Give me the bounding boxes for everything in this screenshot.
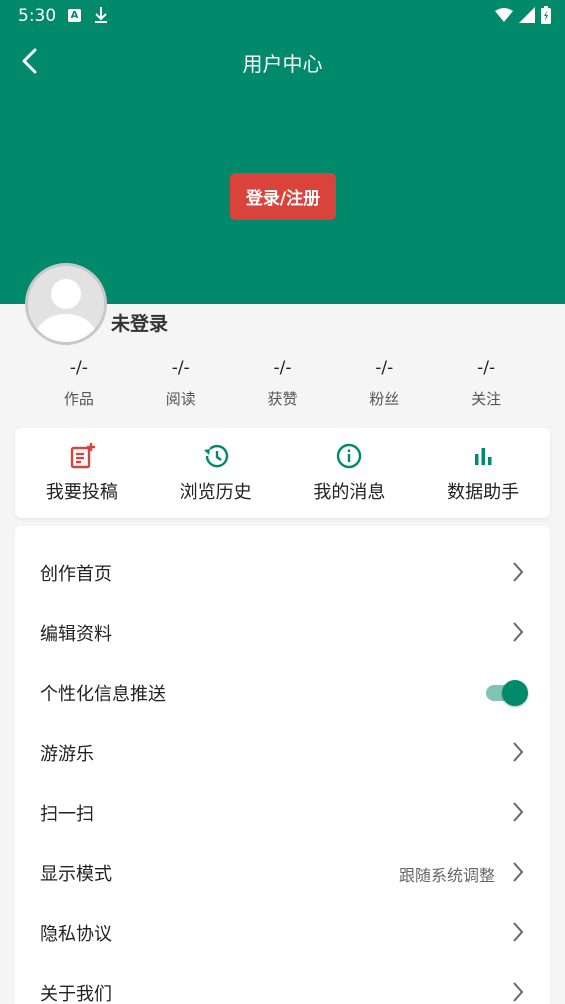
history-icon bbox=[202, 442, 230, 470]
stat-value: -/- bbox=[375, 358, 394, 378]
quick-data-assistant[interactable]: 数据助手 bbox=[416, 428, 550, 518]
quick-label: 我要投稿 bbox=[45, 482, 118, 503]
menu-item-about[interactable]: 关于我们 bbox=[15, 963, 550, 1004]
stat-label: 关注 bbox=[471, 390, 502, 408]
chevron-right-icon bbox=[513, 562, 524, 582]
chevron-right-icon bbox=[513, 862, 524, 882]
download-icon bbox=[94, 5, 108, 29]
menu-label: 创作首页 bbox=[40, 564, 112, 585]
toggle-thumb bbox=[502, 680, 528, 706]
stat-likes[interactable]: -/- 获赞 bbox=[232, 358, 334, 409]
avatar[interactable] bbox=[25, 263, 107, 345]
quick-label: 我的消息 bbox=[313, 482, 386, 503]
status-time: 5:30 bbox=[18, 6, 57, 26]
battery-icon bbox=[541, 6, 551, 24]
stat-value: -/- bbox=[69, 358, 88, 378]
menu-item-creation-home[interactable]: 创作首页 bbox=[15, 543, 550, 603]
stat-value: -/- bbox=[273, 358, 292, 378]
wifi-icon bbox=[495, 8, 513, 22]
chevron-right-icon bbox=[513, 982, 524, 1002]
menu-label: 隐私协议 bbox=[40, 924, 112, 945]
stat-following[interactable]: -/- 关注 bbox=[435, 358, 537, 409]
quick-messages[interactable]: 我的消息 bbox=[283, 428, 417, 518]
menu-label: 关于我们 bbox=[40, 984, 112, 1004]
settings-menu: 创作首页 编辑资料 个性化信息推送 游游乐 扫一扫 显示模式 跟随系统调整 隐私… bbox=[15, 526, 550, 1004]
page-title: 用户中心 bbox=[242, 52, 323, 76]
menu-item-scan[interactable]: 扫一扫 bbox=[15, 783, 550, 843]
menu-item-display-mode[interactable]: 显示模式 跟随系统调整 bbox=[15, 843, 550, 903]
menu-item-personalized-push: 个性化信息推送 bbox=[15, 663, 550, 723]
menu-label: 游游乐 bbox=[40, 744, 94, 765]
menu-label: 显示模式 bbox=[40, 864, 112, 885]
chevron-right-icon bbox=[513, 922, 524, 942]
stat-value: -/- bbox=[171, 358, 190, 378]
login-register-button[interactable]: 登录/注册 bbox=[230, 173, 336, 220]
top-app-bar: 用户中心 bbox=[0, 36, 565, 86]
menu-label: 编辑资料 bbox=[40, 624, 112, 645]
stat-label: 阅读 bbox=[165, 390, 196, 408]
personalized-push-toggle[interactable] bbox=[486, 679, 528, 706]
menu-label: 扫一扫 bbox=[40, 804, 94, 825]
stat-reads[interactable]: -/- 阅读 bbox=[130, 358, 232, 409]
status-bar: 5:30 A bbox=[0, 0, 565, 32]
quick-post[interactable]: 我要投稿 bbox=[15, 428, 149, 518]
menu-item-privacy[interactable]: 隐私协议 bbox=[15, 903, 550, 963]
post-icon bbox=[68, 442, 96, 470]
stat-label: 作品 bbox=[63, 390, 94, 408]
signal-icon bbox=[519, 7, 535, 23]
quick-history[interactable]: 浏览历史 bbox=[149, 428, 283, 518]
status-icons bbox=[495, 6, 551, 24]
stat-fans[interactable]: -/- 粉丝 bbox=[333, 358, 435, 409]
user-stats: -/- 作品 -/- 阅读 -/- 获赞 -/- 粉丝 -/- 关注 bbox=[28, 358, 537, 409]
menu-item-youyoule[interactable]: 游游乐 bbox=[15, 723, 550, 783]
quick-label: 数据助手 bbox=[447, 482, 520, 503]
menu-label: 个性化信息推送 bbox=[40, 684, 166, 705]
quick-label: 浏览历史 bbox=[179, 482, 252, 503]
default-avatar-icon bbox=[36, 279, 96, 342]
bar-chart-icon bbox=[469, 442, 497, 470]
username: 未登录 bbox=[111, 313, 169, 335]
info-icon bbox=[335, 442, 363, 470]
quick-actions-card: 我要投稿 浏览历史 我的消息 数据助手 bbox=[15, 428, 550, 518]
chevron-right-icon bbox=[513, 622, 524, 642]
menu-item-edit-profile[interactable]: 编辑资料 bbox=[15, 603, 550, 663]
chevron-right-icon bbox=[513, 802, 524, 822]
chevron-right-icon bbox=[513, 742, 524, 762]
stat-label: 获赞 bbox=[267, 390, 298, 408]
stat-label: 粉丝 bbox=[369, 390, 400, 408]
notification-a-icon: A bbox=[68, 9, 81, 22]
stat-value: -/- bbox=[477, 358, 496, 378]
stat-works[interactable]: -/- 作品 bbox=[28, 358, 130, 409]
display-mode-value: 跟随系统调整 bbox=[398, 866, 495, 885]
